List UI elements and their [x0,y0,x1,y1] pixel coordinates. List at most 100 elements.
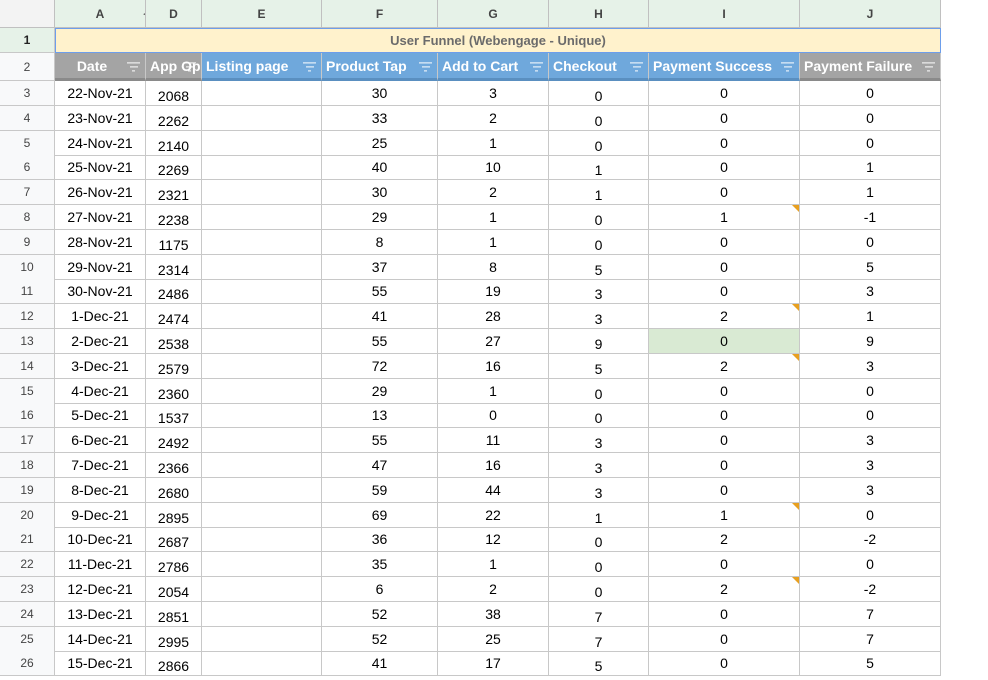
column-header-d[interactable]: D [146,0,202,28]
cell-d-9[interactable]: 1175 [146,230,202,255]
row-number[interactable]: 22 [0,552,55,577]
row-number[interactable]: 2 [0,53,55,81]
cell-h-26[interactable]: 5 [549,651,649,676]
row-number[interactable]: 14 [0,354,55,379]
cell-e-10[interactable] [202,255,322,280]
cell-h-3[interactable]: 0 [549,81,649,106]
row-number[interactable]: 20 [0,503,55,528]
cell-h-6[interactable]: 1 [549,155,649,180]
filter-icon[interactable] [781,61,794,72]
header-checkout[interactable]: Checkout [549,53,649,81]
cell-j-18[interactable]: 3 [800,453,941,478]
cell-i-19[interactable]: 0 [649,478,800,503]
cell-j-6[interactable]: 1 [800,155,941,180]
cell-h-23[interactable]: 0 [549,577,649,602]
column-header-h[interactable]: H [549,0,649,28]
cell-a-19[interactable]: 8-Dec-21 [55,478,146,503]
cell-j-19[interactable]: 3 [800,478,941,503]
cell-f-24[interactable]: 52 [322,602,438,627]
cell-d-24[interactable]: 2851 [146,602,202,627]
cell-e-7[interactable] [202,180,322,205]
cell-j-16[interactable]: 0 [800,403,941,428]
cell-a-6[interactable]: 25-Nov-21 [55,155,146,180]
row-number[interactable]: 21 [0,527,55,552]
cell-e-11[interactable] [202,279,322,304]
header-app-open[interactable]: App Open [146,53,202,81]
cell-i-24[interactable]: 0 [649,602,800,627]
cell-g-11[interactable]: 19 [438,279,549,304]
cell-e-14[interactable] [202,354,322,379]
cell-a-25[interactable]: 14-Dec-21 [55,627,146,652]
cell-a-11[interactable]: 30-Nov-21 [55,279,146,304]
cell-e-17[interactable] [202,428,322,453]
cell-h-4[interactable]: 0 [549,106,649,131]
cell-d-23[interactable]: 2054 [146,577,202,602]
cell-g-24[interactable]: 38 [438,602,549,627]
column-header-e[interactable]: E [202,0,322,28]
cell-j-22[interactable]: 0 [800,552,941,577]
cell-d-10[interactable]: 2314 [146,255,202,280]
cell-g-12[interactable]: 28 [438,304,549,329]
cell-a-4[interactable]: 23-Nov-21 [55,106,146,131]
cell-g-5[interactable]: 1 [438,131,549,156]
cell-g-23[interactable]: 2 [438,577,549,602]
cell-f-17[interactable]: 55 [322,428,438,453]
cell-e-5[interactable] [202,131,322,156]
cell-a-16[interactable]: 5-Dec-21 [55,403,146,428]
row-number[interactable]: 19 [0,478,55,503]
filter-icon[interactable] [127,61,140,72]
filter-icon[interactable] [419,61,432,72]
cell-a-8[interactable]: 27-Nov-21 [55,205,146,230]
cell-g-7[interactable]: 2 [438,180,549,205]
cell-f-19[interactable]: 59 [322,478,438,503]
row-number[interactable]: 24 [0,602,55,627]
filter-icon[interactable] [183,61,196,72]
funnel-title[interactable]: User Funnel (Webengage - Unique) [55,28,941,53]
header-listing-page[interactable]: Listing page [202,53,322,81]
cell-i-21[interactable]: 2 [649,527,800,552]
cell-h-10[interactable]: 5 [549,255,649,280]
cell-f-13[interactable]: 55 [322,329,438,354]
cell-h-16[interactable]: 0 [549,403,649,428]
cell-f-12[interactable]: 41 [322,304,438,329]
cell-d-7[interactable]: 2321 [146,180,202,205]
cell-i-26[interactable]: 0 [649,651,800,676]
cell-d-18[interactable]: 2366 [146,453,202,478]
cell-g-17[interactable]: 11 [438,428,549,453]
cell-f-25[interactable]: 52 [322,627,438,652]
column-header-j[interactable]: J [800,0,941,28]
cell-g-16[interactable]: 0 [438,403,549,428]
cell-g-20[interactable]: 22 [438,503,549,528]
cell-i-14[interactable]: 2 [649,354,800,379]
cell-a-17[interactable]: 6-Dec-21 [55,428,146,453]
row-number[interactable]: 12 [0,304,55,329]
cell-j-7[interactable]: 1 [800,180,941,205]
cell-e-4[interactable] [202,106,322,131]
cell-a-23[interactable]: 12-Dec-21 [55,577,146,602]
cell-f-18[interactable]: 47 [322,453,438,478]
cell-f-10[interactable]: 37 [322,255,438,280]
cell-i-11[interactable]: 0 [649,279,800,304]
column-header-a[interactable]: A◂ ▸ [55,0,146,28]
header-date[interactable]: Date [55,53,146,81]
cell-a-3[interactable]: 22-Nov-21 [55,81,146,106]
row-number[interactable]: 15 [0,379,55,404]
cell-d-16[interactable]: 1537 [146,403,202,428]
cell-e-19[interactable] [202,478,322,503]
cell-d-20[interactable]: 2895 [146,503,202,528]
cell-i-25[interactable]: 0 [649,627,800,652]
cell-h-17[interactable]: 3 [549,428,649,453]
row-number[interactable]: 7 [0,180,55,205]
cell-i-16[interactable]: 0 [649,403,800,428]
cell-i-17[interactable]: 0 [649,428,800,453]
cell-e-3[interactable] [202,81,322,106]
cell-f-20[interactable]: 69 [322,503,438,528]
cell-h-22[interactable]: 0 [549,552,649,577]
row-number[interactable]: 5 [0,131,55,156]
cell-f-4[interactable]: 33 [322,106,438,131]
cell-e-22[interactable] [202,552,322,577]
cell-i-5[interactable]: 0 [649,131,800,156]
cell-a-24[interactable]: 13-Dec-21 [55,602,146,627]
cell-g-6[interactable]: 10 [438,155,549,180]
cell-a-12[interactable]: 1-Dec-21 [55,304,146,329]
